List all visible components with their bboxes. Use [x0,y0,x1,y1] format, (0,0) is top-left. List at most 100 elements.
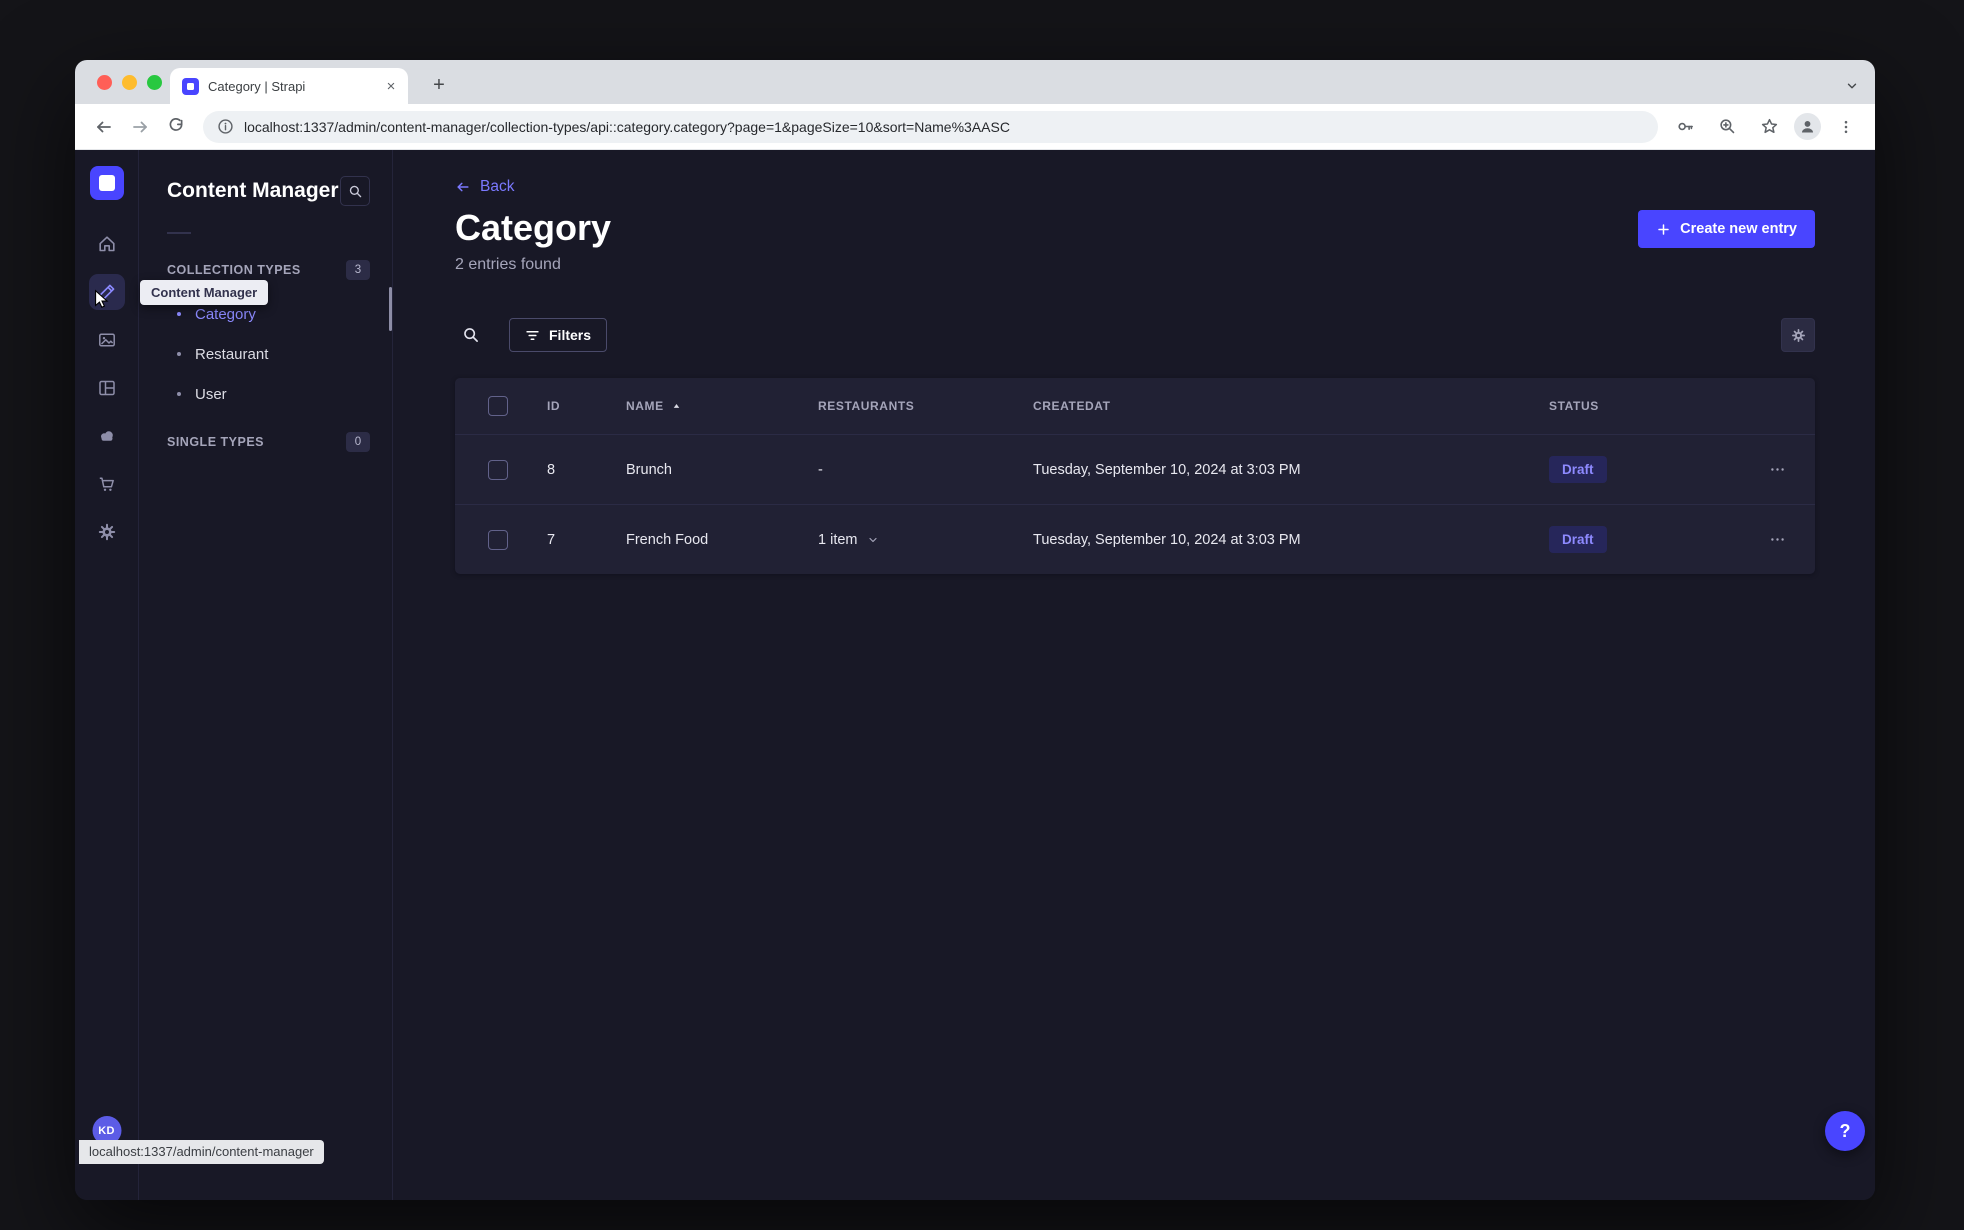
restaurants-count-label: 1 item [818,531,858,548]
tab-strip: Category | Strapi × + [75,60,1875,104]
url-text: localhost:1337/admin/content-manager/col… [244,118,1010,135]
tab-search-chevron-icon[interactable] [1845,79,1859,93]
reload-icon[interactable] [159,110,193,144]
link-status-bubble: localhost:1337/admin/content-manager [79,1140,324,1164]
cell-createdat: Tuesday, September 10, 2024 at 3:03 PM [1033,461,1301,478]
cell-createdat: Tuesday, September 10, 2024 at 3:03 PM [1033,531,1301,548]
cell-restaurants[interactable]: 1 item [818,532,1033,548]
view-settings-gear-icon[interactable] [1781,318,1815,352]
status-badge: Draft [1549,526,1607,553]
zoom-icon[interactable] [1710,110,1744,144]
media-library-icon[interactable] [89,322,125,358]
column-header-createdat[interactable]: CREATEDAT [1033,399,1549,413]
profile-avatar-icon[interactable] [1794,113,1821,140]
filter-icon [525,328,540,343]
table-row[interactable]: 7 French Food 1 item Tuesday, September … [455,504,1815,574]
cloud-icon[interactable] [89,418,125,454]
back-icon[interactable] [87,110,121,144]
address-bar[interactable]: localhost:1337/admin/content-manager/col… [203,110,1658,143]
arrow-left-icon [455,179,471,195]
status-badge: Draft [1549,456,1607,483]
single-types-section: SINGLE TYPES 0 [139,432,392,452]
back-link[interactable]: Back [455,178,514,196]
cell-name: French Food [626,531,709,548]
filters-button[interactable]: Filters [509,318,608,352]
close-window-button[interactable] [97,75,112,90]
new-tab-button[interactable]: + [425,71,453,99]
toolbar-right [1668,110,1863,144]
filters-label: Filters [549,327,592,343]
bookmark-star-icon[interactable] [1752,110,1786,144]
single-types-label: SINGLE TYPES [167,435,264,449]
sidebar-search-icon[interactable] [340,176,370,206]
row-checkbox[interactable] [488,459,508,480]
sidebar-title: Content Manager [167,179,339,202]
home-icon[interactable] [89,226,125,262]
browser-tab[interactable]: Category | Strapi × [170,68,408,104]
bullet-icon [177,312,181,316]
menu-kebab-icon[interactable] [1829,110,1863,144]
sidebar-item-user[interactable]: User [139,374,392,414]
row-actions-ellipsis-icon[interactable] [1760,522,1796,558]
list-actions-row: Filters [455,318,1815,352]
close-tab-icon[interactable]: × [382,77,400,95]
page-title: Category [455,207,612,248]
bullet-icon [177,352,181,356]
content-manager-icon[interactable] [88,274,125,310]
column-header-status[interactable]: STATUS [1549,399,1740,413]
tab-title: Category | Strapi [208,78,306,94]
strapi-admin: KD Content Manager COLLECTION TYPES 3 Ca… [75,150,1875,1200]
column-header-name-label: NAME [626,399,664,413]
table-header-row: ID NAME RESTAURANTS CREATEDAT STATUS [455,378,1815,434]
collection-types-section: COLLECTION TYPES 3 [139,260,392,280]
main-nav-rail: KD [75,150,139,1200]
sidebar-item-label: Restaurant [195,345,269,363]
minimize-window-button[interactable] [122,75,137,90]
browser-window: Category | Strapi × + localhost:1337/adm… [75,60,1875,1200]
table-row[interactable]: 8 Brunch - Tuesday, September 10, 2024 a… [455,434,1815,504]
bullet-icon [177,392,181,396]
content-type-builder-icon[interactable] [89,370,125,406]
entries-count: 2 entries found [455,256,561,273]
select-all-checkbox[interactable] [488,396,508,416]
sort-ascending-icon [671,401,682,412]
create-new-entry-label: Create new entry [1680,221,1797,237]
collection-types-count-badge: 3 [346,260,370,280]
single-types-count-badge: 0 [346,432,370,452]
sidebar-item-label: Category [195,305,256,323]
column-header-restaurants[interactable]: RESTAURANTS [818,399,1033,413]
cell-restaurants: - [818,461,823,478]
forward-icon[interactable] [123,110,157,144]
page-info-icon[interactable] [217,118,234,135]
row-checkbox[interactable] [488,529,508,550]
main-content: Back Category Create new entry 2 entries… [393,150,1875,1200]
window-controls [97,75,162,90]
settings-icon[interactable] [89,514,125,550]
content-manager-sidebar: Content Manager COLLECTION TYPES 3 Categ… [139,150,393,1200]
column-header-id[interactable]: ID [547,399,626,413]
cell-id: 8 [547,461,556,478]
search-icon[interactable] [455,319,487,351]
chevron-down-icon [867,534,879,546]
sidebar-item-label: User [195,385,227,403]
strapi-favicon-icon [182,77,199,95]
entries-table: ID NAME RESTAURANTS CREATEDAT STATUS 8 B… [455,378,1815,574]
column-header-name[interactable]: NAME [626,399,818,413]
collection-types-label: COLLECTION TYPES [167,263,301,277]
maximize-window-button[interactable] [147,75,162,90]
cell-id: 7 [547,531,556,548]
passwords-key-icon[interactable] [1668,110,1702,144]
row-actions-ellipsis-icon[interactable] [1760,452,1796,488]
sidebar-scrollbar[interactable] [389,287,392,331]
sidebar-divider [167,232,191,234]
desktop: { "window": { "tab_title": "Category | S… [0,0,1964,1230]
cell-name: Brunch [626,461,672,478]
sidebar-item-restaurant[interactable]: Restaurant [139,334,392,374]
plus-icon [1656,222,1671,237]
marketplace-cart-icon[interactable] [89,466,125,502]
nav-tooltip: Content Manager [140,280,269,305]
create-new-entry-button[interactable]: Create new entry [1638,210,1815,248]
help-button[interactable]: ? [1825,1111,1865,1151]
back-label: Back [480,178,515,195]
strapi-logo[interactable] [89,166,124,200]
